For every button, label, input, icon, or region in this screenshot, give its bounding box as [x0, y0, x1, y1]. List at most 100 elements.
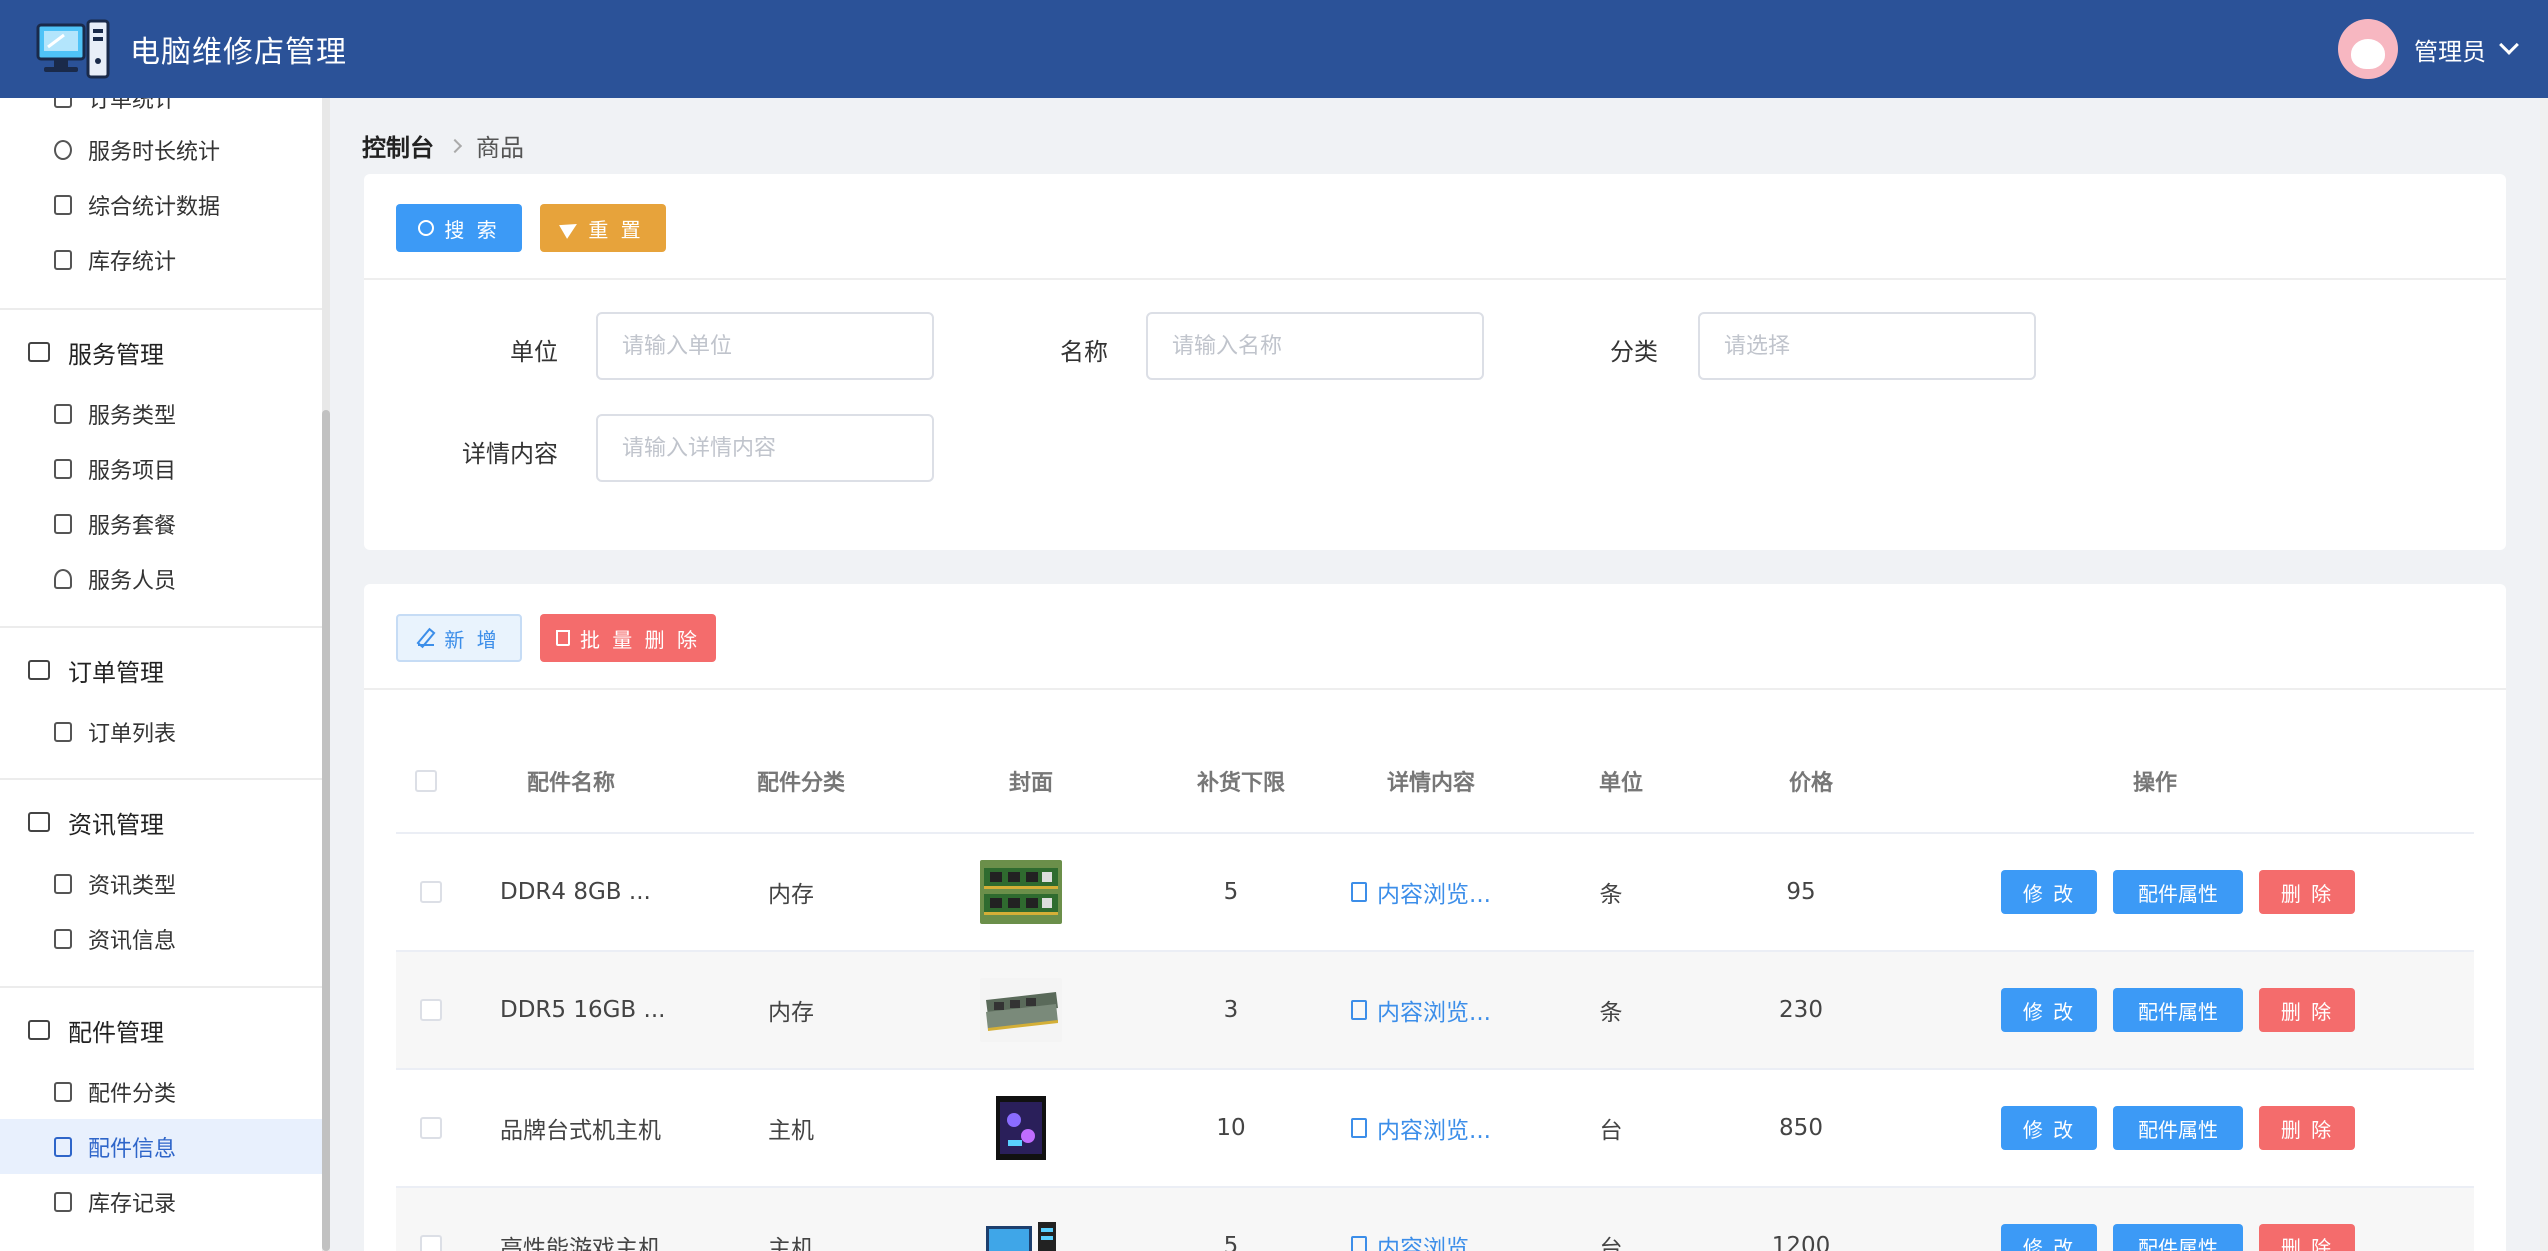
breadcrumb: 控制台 商品	[362, 128, 524, 163]
table-row: 品牌台式机主机 主机 10 内容浏览... 台 850 修 改 配件属性 删 除	[396, 1070, 2474, 1188]
cell-cover	[906, 860, 1136, 924]
table-row: DDR5 16GB ... 内存 3 内容浏览... 条 230 修 改 配件属…	[396, 952, 2474, 1070]
cell-price: 95	[1786, 879, 1816, 905]
attributes-button[interactable]: 配件属性	[2113, 1224, 2243, 1251]
edit-button[interactable]: 修 改	[2001, 988, 2097, 1032]
search-icon	[418, 220, 435, 236]
sidebar-group-news[interactable]: 资讯管理	[0, 792, 322, 852]
top-header: 电脑维修店管理 管理员	[0, 0, 2548, 98]
col-price[interactable]: 价格	[1716, 765, 1906, 797]
search-button[interactable]: 搜 索	[396, 204, 522, 252]
attributes-button[interactable]: 配件属性	[2113, 988, 2243, 1032]
sidebar-item-order-list[interactable]: 订单列表	[0, 704, 322, 759]
reset-button[interactable]: 重 置	[540, 204, 666, 252]
cell-name: DDR5 16GB ...	[500, 997, 666, 1023]
sidebar-group-service[interactable]: 服务管理	[0, 322, 322, 382]
sidebar-item-parts-category[interactable]: 配件分类	[0, 1064, 322, 1119]
cell-unit: 台	[1599, 1236, 1623, 1251]
document-icon	[1351, 1118, 1368, 1138]
sidebar-scrollbar-thumb[interactable]	[322, 410, 330, 1251]
sidebar-item-overall-stats[interactable]: 综合统计数据	[0, 177, 322, 232]
attributes-button[interactable]: 配件属性	[2113, 870, 2243, 914]
edit-button[interactable]: 修 改	[2001, 1106, 2097, 1150]
row-checkbox[interactable]	[420, 881, 442, 903]
breadcrumb-home[interactable]: 控制台	[362, 128, 434, 163]
sidebar-item-order-stats[interactable]: 订单统计	[0, 98, 322, 125]
sidebar-group-parts[interactable]: 配件管理	[0, 1000, 322, 1060]
detail-link[interactable]: 内容浏览...	[1351, 993, 1491, 1027]
user-menu[interactable]: 管理员	[2338, 19, 2519, 79]
sidebar-item-service-package[interactable]: 服务套餐	[0, 496, 322, 551]
document-icon	[54, 721, 72, 742]
detail-link[interactable]: 内容浏览...	[1351, 1111, 1491, 1145]
col-unit[interactable]: 单位	[1526, 765, 1716, 797]
sidebar-item-service-type[interactable]: 服务类型	[0, 386, 322, 441]
delete-button[interactable]: 删 除	[2259, 870, 2355, 914]
detail-link[interactable]: 内容浏览...	[1351, 875, 1491, 909]
cell-cover	[906, 1096, 1136, 1160]
edit-button[interactable]: 修 改	[2001, 870, 2097, 914]
table-panel: 新 增 批 量 删 除 配件名称 配件分类 封面 补货下限 详情内容 单位 价格…	[364, 584, 2506, 1251]
col-category[interactable]: 配件分类	[686, 765, 916, 797]
chevron-right-icon	[447, 138, 463, 153]
row-checkbox[interactable]	[420, 999, 442, 1021]
sidebar-item-service-staff[interactable]: 服务人员	[0, 551, 322, 606]
cell-detail: 内容浏览...	[1326, 1111, 1516, 1145]
ram-gray-image[interactable]	[980, 978, 1062, 1042]
delete-button[interactable]: 删 除	[2259, 1106, 2355, 1150]
sidebar-item-service-duration-stats[interactable]: 服务时长统计	[0, 122, 322, 177]
sidebar-group-order[interactable]: 订单管理	[0, 640, 322, 700]
sidebar-item-news-info[interactable]: 资讯信息	[0, 911, 322, 966]
sidebar-item-service-project[interactable]: 服务项目	[0, 441, 322, 496]
chevron-down-icon[interactable]	[2499, 35, 2519, 55]
delete-button[interactable]: 删 除	[2259, 1224, 2355, 1251]
bag-icon	[54, 513, 72, 534]
row-checkbox[interactable]	[420, 1117, 442, 1139]
attributes-button[interactable]: 配件属性	[2113, 1106, 2243, 1150]
cell-cover	[906, 978, 1136, 1042]
pc-tower-image[interactable]	[980, 1096, 1062, 1160]
detail-input[interactable]	[596, 414, 934, 482]
select-all-checkbox[interactable]	[415, 770, 437, 792]
col-detail: 详情内容	[1386, 771, 1475, 796]
cell-ops: 修 改 配件属性 删 除	[1896, 870, 2394, 914]
batch-delete-button[interactable]: 批 量 删 除	[540, 614, 716, 662]
cell-min-stock: 3	[1223, 997, 1239, 1023]
cell-name: 品牌台式机主机	[500, 1118, 661, 1144]
unit-input[interactable]	[596, 312, 934, 380]
edit-button[interactable]: 修 改	[2001, 1224, 2097, 1251]
col-name[interactable]: 配件名称	[456, 765, 686, 797]
page-scrollbar[interactable]	[2540, 98, 2548, 1251]
cell-price: 850	[1779, 1115, 1823, 1141]
computer-logo-icon	[36, 17, 112, 81]
sidebar-item-stock-records[interactable]: 库存记录	[0, 1174, 322, 1229]
table-row: DDR4 8GB ... 内存 5 内容浏览... 条 95 修 改 配件属性 …	[396, 834, 2474, 952]
cell-price: 1200	[1771, 1233, 1831, 1251]
name-input[interactable]	[1146, 312, 1484, 380]
category-label: 分类	[1610, 338, 1658, 366]
cell-min-stock: 5	[1223, 879, 1239, 905]
row-checkbox-cell	[396, 1117, 466, 1139]
timer-icon	[54, 139, 72, 160]
delete-button[interactable]: 删 除	[2259, 988, 2355, 1032]
ram-green-image[interactable]	[980, 860, 1062, 924]
cell-cover	[906, 1214, 1136, 1251]
row-checkbox-cell	[396, 1235, 466, 1251]
select-all-cell	[396, 770, 456, 792]
col-min-stock[interactable]: 补货下限	[1146, 765, 1336, 797]
user-name[interactable]: 管理员	[2414, 32, 2486, 67]
presentation-icon	[54, 249, 72, 270]
avatar[interactable]	[2338, 19, 2398, 79]
pc-setup-image[interactable]	[980, 1214, 1062, 1251]
sidebar-item-stock-stats[interactable]: 库存统计	[0, 232, 322, 287]
brand: 电脑维修店管理	[36, 17, 347, 81]
row-checkbox[interactable]	[420, 1235, 442, 1251]
sidebar-item-news-type[interactable]: 资讯类型	[0, 856, 322, 911]
cart-icon	[28, 660, 50, 680]
app-title: 电脑维修店管理	[130, 35, 347, 70]
detail-link[interactable]: 内容浏览...	[1351, 1229, 1491, 1251]
edit-icon	[418, 630, 435, 646]
add-button[interactable]: 新 增	[396, 614, 522, 662]
category-select[interactable]	[1698, 312, 2036, 380]
sidebar-item-parts-info[interactable]: 配件信息	[0, 1119, 322, 1174]
